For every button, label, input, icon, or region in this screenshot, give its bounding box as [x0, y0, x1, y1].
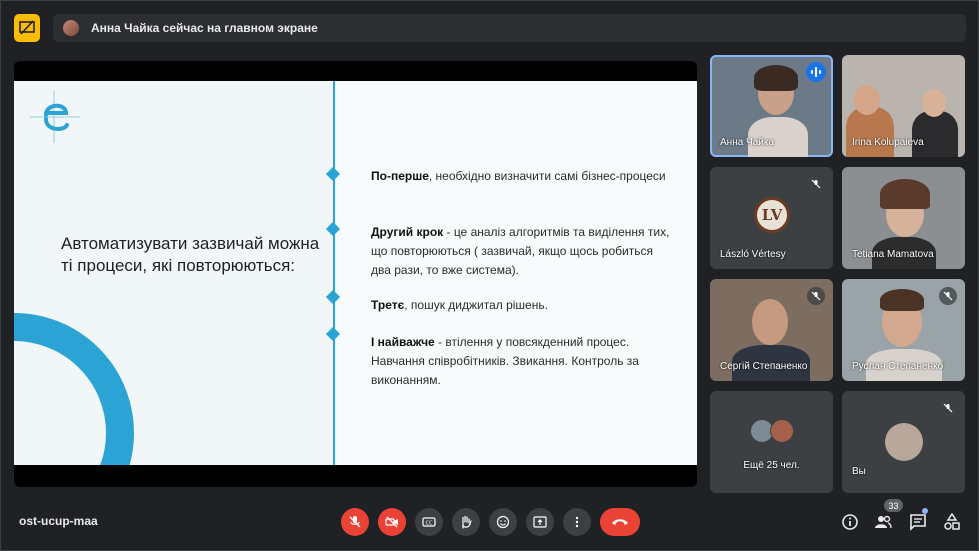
participant-name: Руслан Степаненко	[852, 361, 944, 372]
camera-off-icon	[385, 516, 398, 528]
participant-name: László Vértesy	[720, 249, 786, 260]
participant-name: Вы	[852, 466, 866, 477]
captions-button[interactable]: CC	[415, 508, 443, 536]
speaking-indicator-icon	[806, 62, 826, 82]
mic-off-icon	[807, 287, 825, 305]
mic-off-icon	[939, 287, 957, 305]
avatar	[885, 423, 923, 461]
presenter-banner-text: Анна Чайка сейчас на главном экране	[91, 21, 318, 35]
captions-icon: CC	[422, 517, 436, 527]
chat-button[interactable]	[907, 511, 929, 533]
slide-point-2: Другий крок - це аналіз алгоритмів та ви…	[371, 225, 670, 277]
participant-name: Сергій Степаненко	[720, 361, 808, 372]
slide-point-1: По-перше, необхідно визначити самі бізне…	[371, 169, 666, 183]
others-tile[interactable]: Ещё 25 чел.	[710, 391, 833, 493]
present-now-button[interactable]	[526, 508, 554, 536]
self-tile[interactable]: Вы	[842, 391, 965, 493]
meet-window: Анна Чайка сейчас на главном экране Авто…	[0, 0, 979, 551]
timeline-line	[333, 81, 335, 465]
mic-toggle-button[interactable]	[341, 508, 369, 536]
participant-name: Анна Чайка	[720, 137, 775, 148]
chat-icon	[910, 514, 926, 531]
logo-icon	[30, 91, 80, 143]
participant-tile[interactable]: Руслан Степаненко	[842, 279, 965, 381]
participant-tile[interactable]: LV László Vértesy	[710, 167, 833, 269]
info-icon	[842, 514, 858, 530]
participant-tile[interactable]: Irina Kolupaieva	[842, 55, 965, 157]
meeting-details-button[interactable]	[839, 511, 861, 533]
end-call-button[interactable]	[600, 508, 640, 536]
mic-off-icon	[807, 175, 825, 193]
slide-point-3: Третє, пошук диджитал рішень.	[371, 298, 548, 312]
people-button[interactable]	[872, 511, 894, 533]
presenter-banner: Анна Чайка сейчас на главном экране	[53, 14, 966, 42]
slide-title: Автоматизувати зазвичай можна ті процеси…	[61, 234, 320, 275]
svg-text:CC: CC	[426, 521, 433, 527]
participant-tile[interactable]: Tetiana Mamatova	[842, 167, 965, 269]
others-count: Ещё 25 чел.	[743, 460, 800, 471]
participant-tile[interactable]: Сергій Степаненко	[710, 279, 833, 381]
presentation-indicator-icon[interactable]	[14, 14, 40, 42]
mic-off-icon	[939, 399, 957, 417]
more-options-button[interactable]	[563, 508, 591, 536]
avatar	[770, 419, 794, 443]
raise-hand-icon	[462, 515, 472, 529]
activities-button[interactable]	[941, 511, 963, 533]
participant-name: Irina Kolupaieva	[852, 137, 924, 148]
meeting-code: ost-ucup-maa	[19, 514, 98, 528]
shared-screen: Автоматизувати зазвичай можна ті процеси…	[14, 61, 697, 487]
presentation-slide: Автоматизувати зазвичай можна ті процеси…	[14, 81, 697, 465]
slide-point-4: І найважче - втілення у повсякденний про…	[371, 335, 639, 387]
raise-hand-button[interactable]	[452, 508, 480, 536]
end-call-icon	[612, 519, 628, 525]
emoji-icon	[496, 515, 510, 529]
activities-icon	[944, 513, 960, 530]
emoji-button[interactable]	[489, 508, 517, 536]
camera-toggle-button[interactable]	[378, 508, 406, 536]
presenter-avatar	[63, 20, 79, 36]
present-icon	[533, 516, 547, 528]
avatar: LV	[754, 197, 790, 233]
participant-name: Tetiana Mamatova	[852, 249, 934, 260]
more-icon	[575, 516, 579, 528]
people-icon	[875, 515, 892, 529]
mic-off-icon	[349, 516, 361, 528]
participant-tile[interactable]: Анна Чайка	[710, 55, 833, 157]
